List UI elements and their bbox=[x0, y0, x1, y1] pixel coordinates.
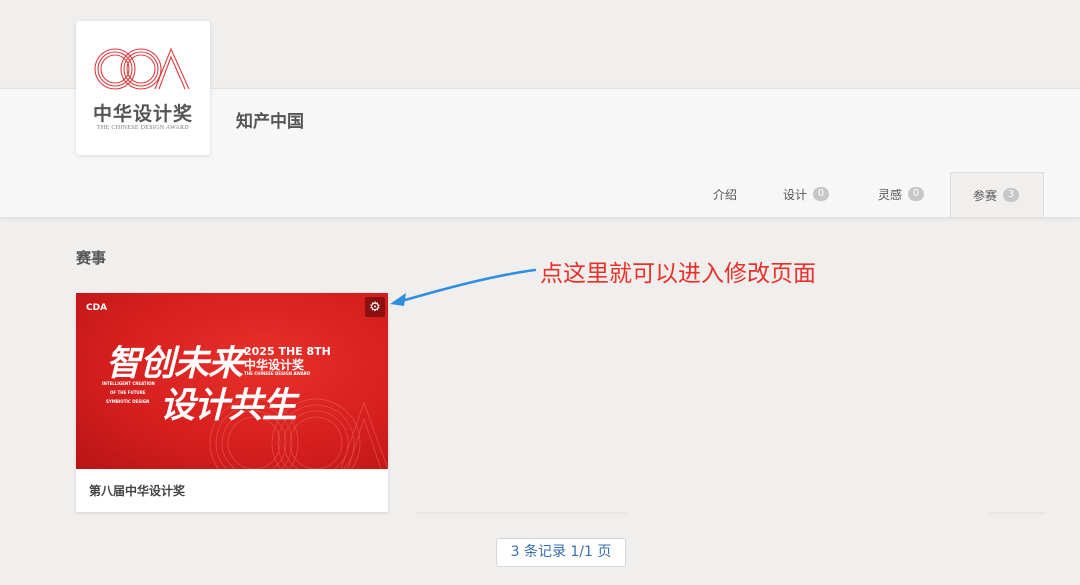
tab-competition-label: 参赛 bbox=[973, 188, 998, 203]
section-title: 赛事 bbox=[76, 249, 107, 267]
tab-competition-count: 3 bbox=[1003, 188, 1020, 202]
settings-gear-icon[interactable]: ⚙ bbox=[365, 297, 385, 317]
competition-poster[interactable]: CDA 智创未来 设计共生 2025 THE 8TH 中华设计奖 THE CHI… bbox=[76, 293, 388, 469]
tab-intro-label: 介绍 bbox=[713, 187, 738, 202]
org-logo[interactable]: 中华设计奖 THE CHINESE DESIGN AWARD bbox=[76, 21, 210, 155]
poster-slogan-2: OF THE FUTURE bbox=[110, 390, 146, 395]
tab-intro[interactable]: 介绍 bbox=[713, 172, 737, 216]
tab-design-label: 设计 bbox=[783, 187, 808, 202]
annotation-text: 点这里就可以进入修改页面 bbox=[540, 261, 816, 287]
poster-brand: CDA bbox=[86, 303, 108, 313]
cda-logo-mark bbox=[94, 47, 190, 90]
poster-edition-sub: THE CHINESE DESIGN AWARD bbox=[244, 371, 311, 376]
tab-inspiration-count: 0 bbox=[908, 187, 925, 201]
ghost-card-shadow bbox=[416, 512, 626, 514]
annotation-arrow-icon bbox=[390, 268, 537, 306]
pagination-info[interactable]: 3 条记录 1/1 页 bbox=[496, 538, 626, 567]
org-name: 知产中国 bbox=[236, 112, 304, 132]
card-caption[interactable]: 第八届中华设计奖 bbox=[89, 482, 185, 499]
tab-design[interactable]: 设计 0 bbox=[783, 172, 830, 216]
logo-name-cn: 中华设计奖 bbox=[92, 103, 193, 125]
poster-slogan-3: SYMBIOTIC DESIGN bbox=[106, 399, 150, 404]
tab-inspiration[interactable]: 灵感 0 bbox=[878, 172, 925, 216]
poster-slogan-1: INTELLIGENT CREATION bbox=[102, 381, 155, 386]
ghost-card-shadow-right bbox=[990, 512, 1046, 514]
tab-design-count: 0 bbox=[813, 187, 830, 201]
competition-card[interactable]: CDA 智创未来 设计共生 2025 THE 8TH 中华设计奖 THE CHI… bbox=[76, 293, 388, 512]
tab-inspiration-label: 灵感 bbox=[878, 187, 903, 202]
logo-name-en: THE CHINESE DESIGN AWARD bbox=[97, 125, 189, 131]
poster-headline-2: 设计共生 bbox=[160, 386, 297, 426]
tab-competition[interactable]: 参赛 3 bbox=[950, 172, 1044, 217]
